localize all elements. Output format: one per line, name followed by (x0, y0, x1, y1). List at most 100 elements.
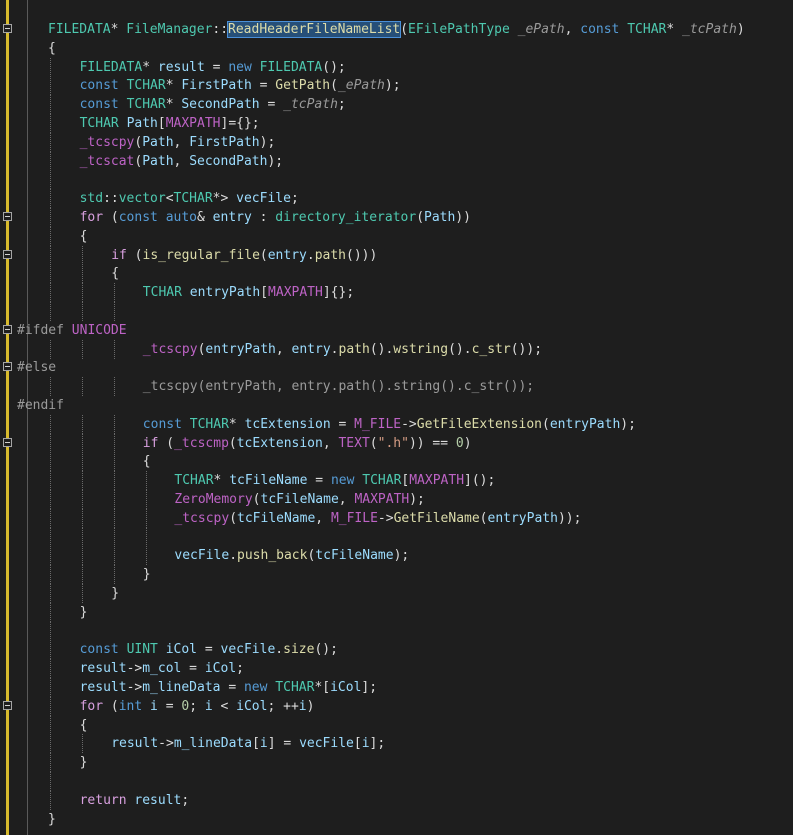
code-line[interactable]: #ifdef UNICODE (0, 321, 793, 340)
code-token: is_regular_file (142, 247, 260, 263)
code-token: * (213, 473, 230, 489)
code-line[interactable]: { (0, 452, 793, 472)
code-line[interactable] (0, 302, 793, 321)
code-token: MAXPATH (354, 492, 410, 507)
code-line[interactable]: { (0, 715, 793, 735)
code-line[interactable]: result->m_col = iCol; (0, 659, 793, 679)
code-token: ](); (464, 473, 496, 489)
code-line[interactable] (0, 170, 793, 190)
code-token: *[ (314, 680, 331, 695)
code-token: ; (337, 97, 346, 113)
collapse-toggle-icon[interactable] (3, 212, 12, 221)
code-token: = (220, 680, 244, 695)
code-token: ]={}; (220, 116, 260, 131)
code-token: tcFileName (260, 492, 339, 507)
code-line[interactable]: TCHAR* tcFileName = new TCHAR[MAXPATH]()… (0, 471, 793, 491)
code-line[interactable]: _tcscat(Path, SecondPath); (0, 151, 793, 171)
indent-guide (146, 471, 147, 491)
indent-guide (50, 471, 51, 491)
code-line[interactable] (0, 772, 793, 791)
collapse-toggle-icon[interactable] (3, 700, 12, 710)
code-token: EFilePathType (408, 22, 510, 37)
code-line[interactable]: const TCHAR* FirstPath = GetPath(_ePath)… (0, 76, 793, 96)
code-line[interactable]: vecFile.push_back(tcFileName); (0, 546, 793, 566)
code-text: _tcscpy(entryPath, entry.path().wstring(… (143, 340, 542, 359)
code-line[interactable]: std::vector<TCHAR*> vecFile; (0, 189, 793, 209)
code-token: ( (259, 247, 268, 263)
code-token: = (157, 698, 182, 714)
code-line[interactable]: TCHAR entryPath[MAXPATH]{}; (0, 283, 793, 303)
code-token: * (165, 97, 182, 113)
code-line[interactable]: const UINT iCol = vecFile.size(); (0, 640, 793, 660)
code-line[interactable]: result->m_lineData = new TCHAR*[iCol]; (0, 678, 793, 697)
indent-guide (50, 283, 51, 303)
code-token: entryPath (189, 285, 261, 301)
code-line[interactable]: _tcscpy(tcFileName, M_FILE->GetFileName(… (0, 508, 793, 528)
code-token: = (204, 59, 229, 75)
code-token: const (79, 78, 119, 94)
code-token: ".h" (377, 435, 409, 451)
code-token: . (229, 548, 238, 564)
code-token: TCHAR (79, 116, 119, 131)
code-line[interactable]: #else (0, 358, 793, 377)
code-editor[interactable]: FILEDATA* FileManager::ReadHeaderFileNam… (0, 0, 793, 835)
code-token: -> (158, 736, 174, 752)
code-line[interactable]: return result; (0, 790, 793, 810)
code-line[interactable] (0, 621, 793, 641)
code-token: iCol (330, 680, 362, 695)
code-line[interactable]: FILEDATA* FileManager::ReadHeaderFileNam… (0, 20, 793, 39)
code-token: TEXT (338, 435, 370, 451)
code-line[interactable]: { (0, 226, 793, 246)
code-line[interactable]: const TCHAR* tcExtension = M_FILE->GetFi… (0, 414, 793, 434)
code-area[interactable]: FILEDATA* FileManager::ReadHeaderFileNam… (0, 0, 793, 835)
code-line[interactable]: TCHAR Path[MAXPATH]={}; (0, 114, 793, 133)
code-token: -> (126, 661, 143, 677)
code-line[interactable]: { (0, 39, 793, 58)
collapse-toggle-icon[interactable] (3, 362, 12, 372)
code-line[interactable]: _tcscpy(Path, FirstPath); (0, 132, 793, 152)
code-line[interactable]: } (0, 584, 793, 603)
code-token: i (150, 698, 158, 714)
code-line[interactable]: for (const auto& entry : directory_itera… (0, 208, 793, 227)
collapse-toggle-icon[interactable] (3, 437, 12, 447)
collapse-toggle-icon[interactable] (3, 324, 12, 334)
code-text: #endif (17, 396, 64, 415)
code-text: TCHAR* tcFileName = new TCHAR[MAXPATH]()… (174, 471, 495, 490)
code-token: i (298, 698, 307, 714)
code-line[interactable]: } (0, 602, 793, 622)
collapse-toggle-icon[interactable] (3, 249, 12, 259)
code-token: , (275, 341, 292, 357)
code-token: { (142, 454, 151, 470)
code-line[interactable] (0, 527, 793, 547)
indent-guide (82, 565, 83, 585)
code-line[interactable]: if (is_regular_file(entry.path())) (0, 245, 793, 265)
indent-guide (50, 114, 51, 133)
code-line[interactable]: ZeroMemory(tcFileName, MAXPATH); (0, 490, 793, 509)
code-line[interactable]: _tcscpy(entryPath, entry.path().string()… (0, 377, 793, 397)
code-line[interactable]: #endif (0, 396, 793, 415)
code-token: GetPath (275, 78, 331, 94)
code-token: #else (17, 360, 57, 376)
code-line[interactable]: if (_tcscmp(tcExtension, TEXT(".h")) == … (0, 433, 793, 453)
code-line[interactable]: for (int i = 0; i < iCol; ++i) (0, 696, 793, 716)
collapse-toggle-icon[interactable] (3, 24, 12, 33)
code-line[interactable]: FILEDATA* result = new FILEDATA(); (0, 57, 793, 77)
code-line[interactable]: _tcscpy(entryPath, entry.path().wstring(… (0, 339, 793, 359)
code-line[interactable]: } (0, 565, 793, 585)
code-line[interactable]: } (0, 810, 793, 829)
code-line[interactable]: const TCHAR* SecondPath = _tcPath; (0, 95, 793, 115)
code-line[interactable]: { (0, 264, 793, 284)
indent-guide (50, 527, 51, 547)
indent-guide (50, 508, 51, 528)
code-token: _tcscpy(entryPath, entry.path().string()… (142, 379, 535, 395)
code-token: auto (165, 210, 198, 225)
code-line[interactable]: result->m_lineData[i] = vecFile[i]; (0, 734, 793, 754)
code-line[interactable]: } (0, 753, 793, 773)
code-text: TCHAR Path[MAXPATH]={}; (80, 114, 260, 133)
code-token: result (79, 661, 127, 677)
code-token: m_lineData (173, 736, 253, 752)
indent-guide (114, 546, 115, 566)
code-text: { (111, 264, 119, 283)
code-token: = (307, 473, 331, 489)
